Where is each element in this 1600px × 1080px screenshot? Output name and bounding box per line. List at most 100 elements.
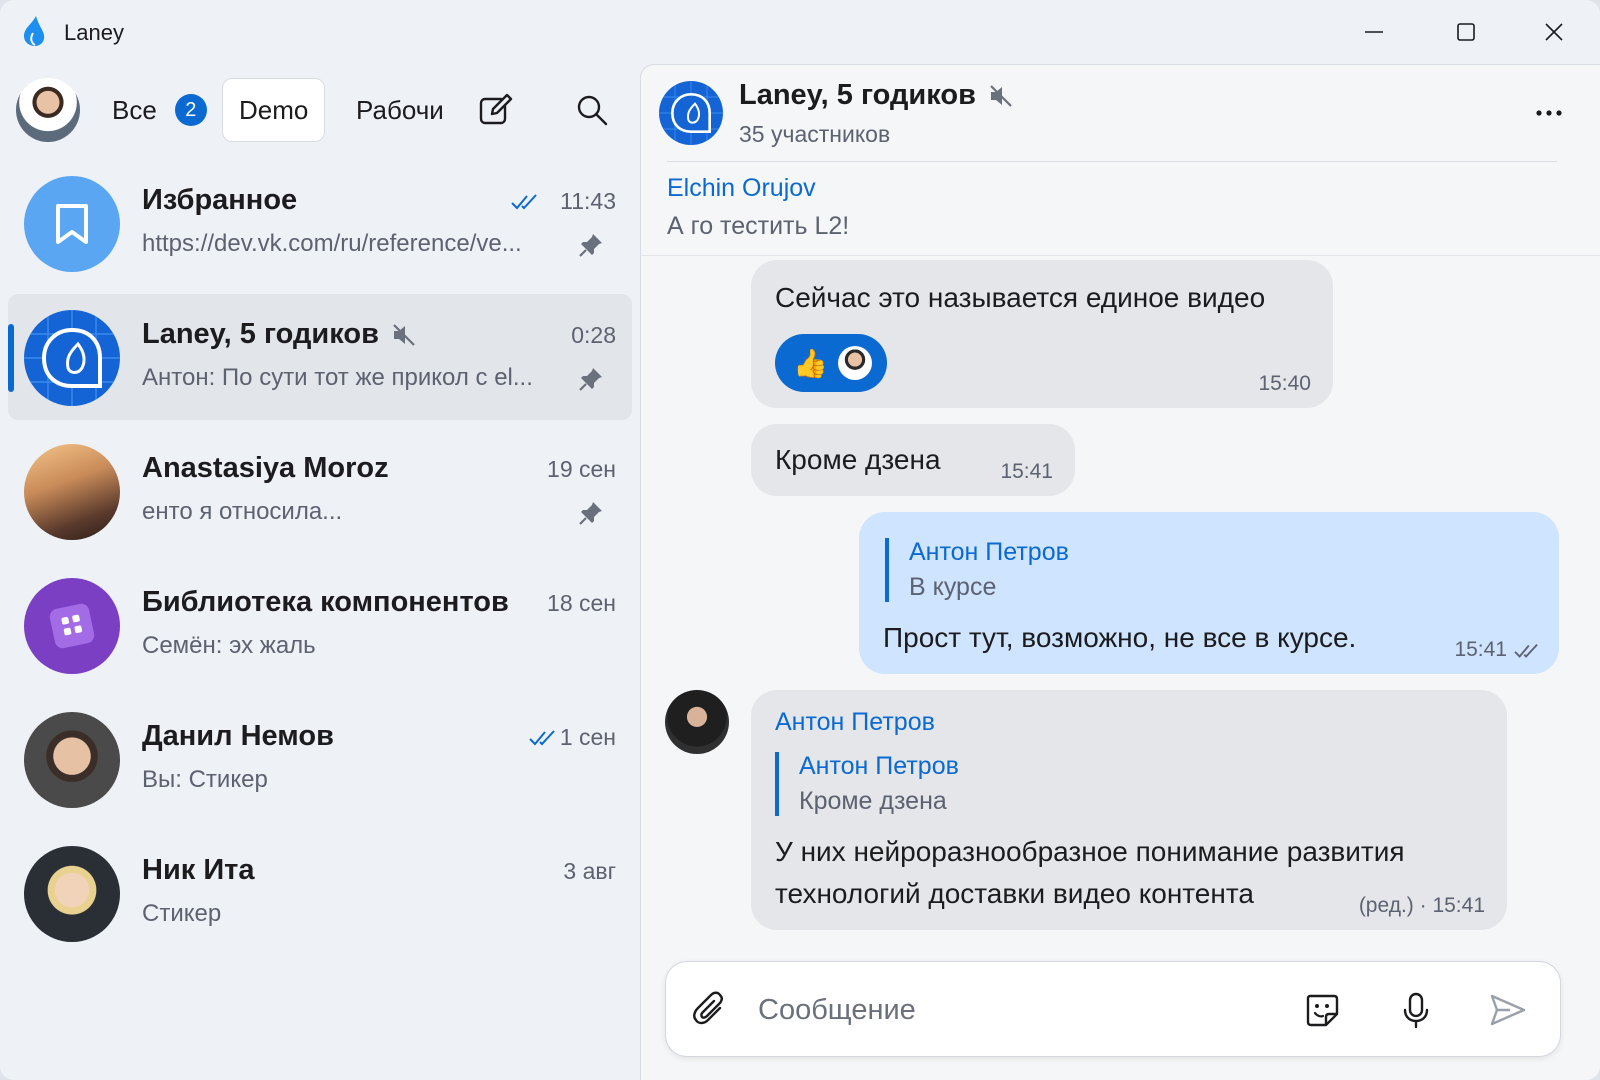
sidebar-header: Все 2 Demo Рабочи <box>0 64 640 156</box>
chat-time: 18 сен <box>547 590 616 616</box>
sidebar: Все 2 Demo Рабочи Избранное 11:43 https:… <box>0 64 640 1080</box>
message-text-line: У них нейроразнообразное понимание разви… <box>775 836 1405 867</box>
message-text-line: технологий доставки видео контента <box>775 878 1254 909</box>
message-bubble-outgoing[interactable]: Антон Петров В курсе Прост тут, возможно… <box>859 512 1559 674</box>
chat-item-favorites[interactable]: Избранное 11:43 https://dev.vk.com/ru/re… <box>8 160 632 286</box>
components-icon <box>49 603 95 649</box>
sticker-icon[interactable] <box>1302 990 1342 1030</box>
reply-quote[interactable]: Антон Петров В курсе <box>885 538 1069 602</box>
message-bubble[interactable]: Кроме дзена 15:41 <box>751 424 1075 496</box>
chat-time: 0:28 <box>571 322 616 348</box>
double-check-icon <box>1514 643 1538 658</box>
folder-tab-label: Все <box>112 94 157 125</box>
chat-preview: Семён: эх жаль <box>142 632 316 659</box>
pin-icon <box>579 502 602 525</box>
chat-avatar <box>24 846 120 942</box>
chat-preview: Антон: По сути тот же прикол с el... <box>142 364 533 391</box>
chat-avatar <box>24 712 120 808</box>
chat-name: Библиотека компонентов <box>142 586 509 618</box>
more-options-icon[interactable] <box>1529 93 1569 133</box>
conversation-header[interactable]: Laney, 5 годиков 35 участников <box>641 65 1600 161</box>
chat-name: Данил Немов <box>142 720 334 752</box>
app-window: Laney Все 2 Demo Рабочи Избранное 11:43 … <box>0 0 1600 1080</box>
search-icon[interactable] <box>572 90 612 130</box>
pin-icon <box>579 234 602 257</box>
reaction-chip[interactable]: 👍 <box>775 334 887 392</box>
chat-item-library[interactable]: Библиотека компонентов 18 сен Семён: эх … <box>8 562 632 688</box>
conversation-pane: Laney, 5 годиков 35 участников Elchin Or… <box>640 64 1600 1080</box>
double-check-icon <box>511 194 537 210</box>
pinned-sender: Elchin Orujov <box>667 174 816 202</box>
chat-preview: Стикер <box>142 900 222 927</box>
chat-name: Laney, 5 годиков <box>142 318 417 351</box>
chat-name-text: Laney, 5 годиков <box>142 318 379 350</box>
member-count: 35 участников <box>739 121 891 147</box>
folder-tab-work[interactable]: Рабочи <box>340 78 450 142</box>
mute-icon <box>393 324 415 347</box>
chat-avatar <box>24 578 120 674</box>
chat-avatar <box>24 444 120 540</box>
chat-preview: енто я относила... <box>142 498 343 525</box>
window-title: Laney <box>64 20 124 45</box>
microphone-icon[interactable] <box>1396 990 1436 1030</box>
message-text: Прост тут, возможно, не все в курсе. <box>883 622 1357 653</box>
unread-badge: 2 <box>174 94 207 126</box>
reply-text: Кроме дзена <box>799 787 947 815</box>
reply-text: В курсе <box>909 573 997 601</box>
chat-item-danil[interactable]: Данил Немов 1 сен Вы: Стикер <box>8 696 632 822</box>
chat-item-laney[interactable]: Laney, 5 годиков 0:28 Антон: По сути тот… <box>8 294 632 420</box>
sender-avatar[interactable] <box>665 690 729 754</box>
folder-tab-label: Рабочи <box>356 94 444 125</box>
thumbs-up-icon: 👍 <box>793 347 828 379</box>
pinned-message[interactable]: Elchin Orujov А го тестить L2! <box>667 161 1557 253</box>
message-time: 15:40 <box>1258 372 1311 395</box>
message-bubble[interactable]: Антон Петров Антон Петров Кроме дзена У … <box>751 690 1507 930</box>
attach-icon[interactable] <box>690 990 730 1030</box>
reply-sender: Антон Петров <box>799 752 959 780</box>
pin-icon <box>579 368 602 391</box>
bookmark-icon <box>56 204 88 244</box>
mute-icon <box>990 85 1012 108</box>
reply-quote[interactable]: Антон Петров Кроме дзена <box>775 752 959 816</box>
message-bubble[interactable]: Сейчас это называется единое видео 👍 15:… <box>751 260 1333 408</box>
message-time: 15:41 <box>1000 460 1053 483</box>
folder-tab-demo[interactable]: Demo <box>222 78 326 142</box>
chat-preview: https://dev.vk.com/ru/reference/ve... <box>142 230 522 257</box>
message-composer <box>665 961 1561 1057</box>
maximize-button[interactable] <box>1420 0 1512 64</box>
profile-avatar[interactable] <box>16 78 80 142</box>
chat-time: 1 сен <box>559 724 616 750</box>
chat-preview: Вы: Стикер <box>142 766 268 793</box>
close-button[interactable] <box>1508 0 1600 64</box>
message-text: Кроме дзена <box>775 444 941 475</box>
compose-icon[interactable] <box>476 90 516 130</box>
conversation-title-text: Laney, 5 годиков <box>739 79 976 111</box>
conversation-avatar <box>659 81 723 145</box>
reactor-avatar <box>837 346 872 380</box>
conversation-title: Laney, 5 годиков <box>739 79 1014 112</box>
folder-tab-all[interactable]: Все 2 <box>96 78 223 142</box>
chat-avatar <box>24 176 120 272</box>
laney-logo-icon <box>24 310 120 406</box>
reply-sender: Антон Петров <box>909 538 1069 566</box>
chat-name: Anastasiya Moroz <box>142 452 389 484</box>
chat-time: 11:43 <box>560 188 616 214</box>
chat-item-anastasiya[interactable]: Anastasiya Moroz 19 сен енто я относила.… <box>8 428 632 554</box>
chat-name: Избранное <box>142 184 298 216</box>
message-input[interactable] <box>758 988 1278 1032</box>
message-text: Сейчас это называется единое видео <box>775 282 1266 313</box>
title-bar: Laney <box>0 0 1600 64</box>
pinned-text: А го тестить L2! <box>667 212 850 240</box>
send-icon[interactable] <box>1488 990 1528 1030</box>
close-icon <box>1545 23 1563 41</box>
message-time: 15:41 <box>1454 638 1507 661</box>
chat-item-nik[interactable]: Ник Ита 3 авг Стикер <box>8 830 632 956</box>
message-list: Сейчас это называется единое видео 👍 15:… <box>641 255 1600 1025</box>
folder-tab-label: Demo <box>239 94 309 125</box>
message-time: (ред.) · 15:41 <box>1358 894 1485 917</box>
chat-time: 3 авг <box>563 858 616 884</box>
minimize-button[interactable] <box>1328 0 1420 64</box>
chat-name: Ник Ита <box>142 854 255 886</box>
laney-logo-icon <box>24 16 45 46</box>
sender-name[interactable]: Антон Петров <box>775 708 935 737</box>
